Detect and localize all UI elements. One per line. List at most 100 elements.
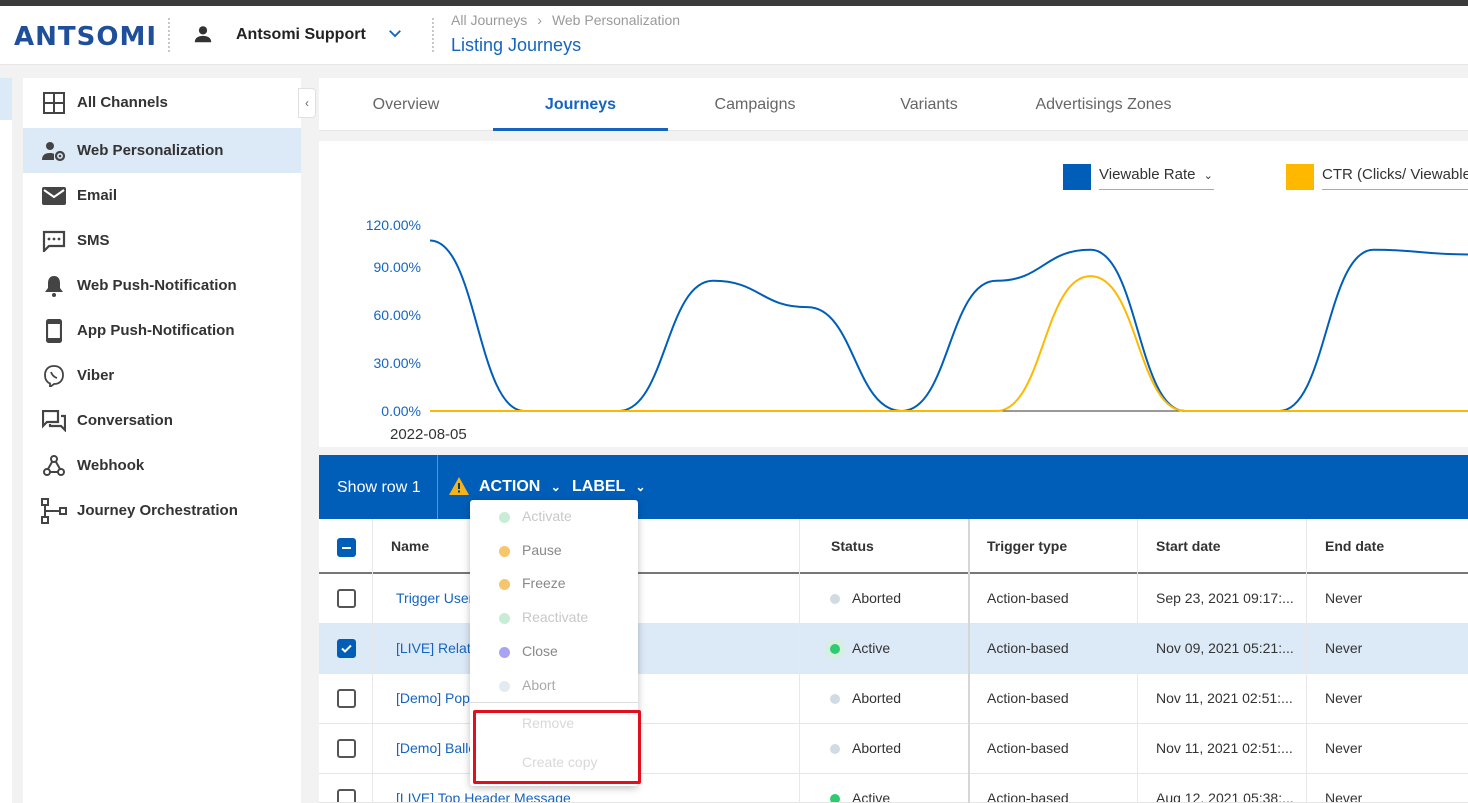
end-date: Never <box>1325 790 1363 803</box>
menu-item-label: Abort <box>522 677 556 693</box>
legend-swatch-ctr <box>1286 164 1314 190</box>
end-date: Never <box>1325 740 1363 756</box>
metric-select-ctr[interactable]: CTR (Clicks/ Viewable) <box>1322 162 1468 190</box>
tab-overview[interactable]: Overview <box>319 78 493 131</box>
status-dot <box>830 744 840 754</box>
journey-name-link[interactable]: [Demo] Popu <box>396 690 476 706</box>
journey-name-link[interactable]: [LIVE] Top Header Message <box>396 790 596 802</box>
action-label: ACTION <box>479 478 541 495</box>
status-text: Active <box>852 790 891 803</box>
show-row-label: Show row 1 <box>337 479 421 496</box>
y-tick-label: 60.00% <box>373 307 421 323</box>
end-date: Never <box>1325 590 1363 606</box>
column-divider <box>799 519 800 803</box>
sidebar-item-webhook[interactable]: Webhook <box>23 443 301 488</box>
app-header: ANTSOMI Antsomi Support All Journeys › Web… <box>0 6 1468 65</box>
sidebar-item-label: All Channels <box>77 94 168 111</box>
column-header-name[interactable]: Name <box>391 538 429 554</box>
breadcrumb-web-personalization[interactable]: Web Personalization <box>552 12 680 28</box>
sidebar-item-app-push[interactable]: App Push-Notification <box>23 308 301 353</box>
sidebar-item-conversation[interactable]: Conversation <box>23 398 301 443</box>
sidebar-item-email[interactable]: Email <box>23 173 301 218</box>
column-header-end-date[interactable]: End date <box>1325 538 1384 554</box>
tab-variants[interactable]: Variants <box>842 78 1016 131</box>
row-checkbox[interactable] <box>337 589 356 608</box>
sidebar-item-web-push[interactable]: Web Push-Notification <box>23 263 301 308</box>
menu-item-abort[interactable]: Abort <box>470 669 638 703</box>
status-dot <box>499 613 510 624</box>
sidebar-item-all-channels[interactable]: All Channels <box>23 80 301 125</box>
series-line-0 <box>430 239 1468 413</box>
sidebar-item-label: Web Personalization <box>77 142 224 159</box>
row-checkbox[interactable] <box>337 639 356 658</box>
collapse-sidebar-button[interactable]: ‹ <box>298 88 316 118</box>
column-header-start-date[interactable]: Start date <box>1156 538 1221 554</box>
chevron-down-icon[interactable] <box>386 24 404 42</box>
left-rail-highlight <box>0 78 12 120</box>
left-rail <box>0 120 12 803</box>
status-dot <box>830 694 840 704</box>
start-date: Nov 11, 2021 02:51:... <box>1156 740 1293 756</box>
indeterminate-icon <box>342 547 351 549</box>
y-tick-label: 30.00% <box>373 355 421 371</box>
y-tick-label: 120.00% <box>365 217 421 233</box>
status-dot <box>499 512 510 523</box>
start-date: Sep 23, 2021 09:17:... <box>1156 590 1294 606</box>
trigger-type: Action-based <box>987 790 1069 803</box>
status-dot <box>499 579 510 590</box>
column-header-trigger-type[interactable]: Trigger type <box>987 538 1067 554</box>
page-title: Listing Journeys <box>451 35 582 55</box>
menu-item-pause[interactable]: Pause <box>470 534 638 568</box>
tab-advertising-zones[interactable]: Advertisings Zones <box>1016 78 1191 131</box>
menu-item-label: Close <box>522 643 558 659</box>
journey-name-link[interactable]: [LIVE] Relate <box>396 640 476 656</box>
row-checkbox[interactable] <box>337 689 356 708</box>
antsomi-logo[interactable]: ANTSOMI <box>14 22 157 52</box>
y-tick-label: 90.00% <box>373 259 421 275</box>
label-label: LABEL <box>572 478 626 495</box>
metric-select-viewable-rate[interactable]: Viewable Rate ⌄ <box>1099 162 1214 190</box>
breadcrumb: All Journeys › Web Personalization <box>451 12 680 28</box>
journey-name-link[interactable]: Trigger User <box>396 590 476 606</box>
end-date: Never <box>1325 690 1363 706</box>
frozen-column-divider <box>968 519 970 803</box>
menu-item-close[interactable]: Close <box>470 635 638 669</box>
menu-item-reactivate[interactable]: Reactivate <box>470 601 638 635</box>
breadcrumb-all-journeys[interactable]: All Journeys <box>451 12 527 28</box>
x-tick-label: 2022-08-05 <box>390 426 467 443</box>
column-header-status[interactable]: Status <box>831 538 874 554</box>
status-text: Active <box>852 640 891 656</box>
user-icon <box>194 26 212 43</box>
menu-item-label: Pause <box>522 542 562 558</box>
account-name[interactable]: Antsomi Support <box>236 26 366 44</box>
viber-icon <box>41 363 67 389</box>
menu-item-activate[interactable]: Activate <box>470 500 638 534</box>
row-checkbox[interactable] <box>337 789 356 802</box>
tab-campaigns[interactable]: Campaigns <box>668 78 842 131</box>
status-text: Aborted <box>852 690 902 706</box>
sidebar-item-journey-orchestration[interactable]: Journey Orchestration <box>23 488 301 533</box>
menu-item-freeze[interactable]: Freeze <box>470 567 638 601</box>
status-dot <box>499 546 510 557</box>
tab-journeys[interactable]: Journeys <box>493 78 668 131</box>
journey-name-link[interactable]: [Demo] Ballo <box>396 740 476 756</box>
sidebar-item-viber[interactable]: Viber <box>23 353 301 398</box>
start-date: Nov 11, 2021 02:51:... <box>1156 690 1293 706</box>
legend-label: Viewable Rate <box>1099 166 1196 183</box>
label-menu-button[interactable]: LABEL ⌄ <box>572 478 646 496</box>
sidebar-item-sms[interactable]: SMS <box>23 218 301 263</box>
status-dot <box>830 794 840 802</box>
row-checkbox[interactable] <box>337 739 356 758</box>
legend-swatch-viewable-rate <box>1063 164 1091 190</box>
sidebar-item-web-personalization[interactable]: Web Personalization <box>23 128 301 173</box>
sidebar-item-label: Journey Orchestration <box>77 502 238 519</box>
sms-icon <box>41 228 67 254</box>
header-divider <box>168 18 170 52</box>
flow-icon <box>41 497 67 524</box>
status-dot <box>830 644 840 654</box>
select-all-checkbox[interactable] <box>337 538 356 557</box>
toolbar-divider <box>437 455 438 519</box>
sidebar-item-label: Web Push-Notification <box>77 277 237 294</box>
action-menu-button[interactable]: ACTION ⌄ <box>479 478 561 496</box>
start-date: Aug 12, 2021 05:38:... <box>1156 790 1294 803</box>
